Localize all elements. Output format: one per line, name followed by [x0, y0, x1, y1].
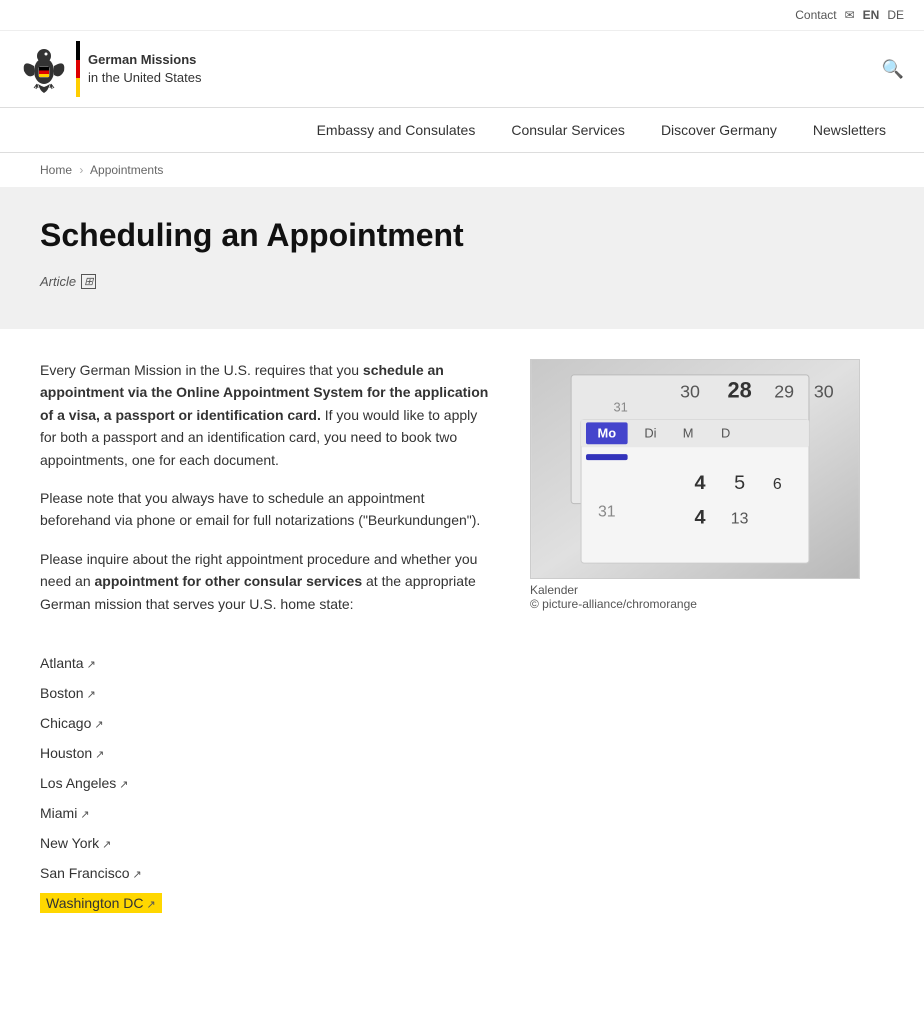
- external-link-icon: ↗: [94, 718, 103, 731]
- svg-text:28: 28: [727, 378, 751, 403]
- header-logo-search: German Missions in the United States 🔍: [0, 31, 924, 107]
- city-link-new-york[interactable]: New York↗: [40, 835, 111, 851]
- article-icon: ⊞: [81, 274, 96, 289]
- eagle-logo-icon: [20, 41, 68, 97]
- breadcrumb-home[interactable]: Home: [40, 163, 72, 177]
- city-link-item: Washington DC↗: [40, 895, 860, 911]
- city-link-san-francisco[interactable]: San Francisco↗: [40, 865, 142, 881]
- svg-text:30: 30: [680, 382, 700, 402]
- para1-pre: Every German Mission in the U.S. require…: [40, 362, 363, 378]
- nav-newsletters[interactable]: Newsletters: [795, 108, 904, 152]
- nav-consular-services[interactable]: Consular Services: [493, 108, 643, 152]
- external-link-icon: ↗: [147, 898, 156, 911]
- lang-en-link[interactable]: EN: [863, 8, 880, 22]
- caption-line1: Kalender: [530, 583, 860, 597]
- svg-text:D: D: [721, 425, 730, 440]
- city-link-boston[interactable]: Boston↗: [40, 685, 96, 701]
- page-title: Scheduling an Appointment: [40, 217, 884, 254]
- breadcrumb-separator: ›: [79, 163, 83, 177]
- external-link-icon: ↗: [87, 688, 96, 701]
- city-link-los-angeles[interactable]: Los Angeles↗: [40, 775, 129, 791]
- logo-line1: German Missions: [88, 51, 201, 69]
- paragraph-2: Please note that you always have to sche…: [40, 487, 490, 532]
- city-link-item: Boston↗: [40, 685, 860, 701]
- caption-line2: © picture-alliance/chromorange: [530, 597, 860, 611]
- calendar-image: 30 28 29 30 31 Mo Di M D: [530, 359, 860, 579]
- paragraph-1: Every German Mission in the U.S. require…: [40, 359, 490, 471]
- city-link-washington-dc[interactable]: Washington DC↗: [40, 893, 162, 913]
- breadcrumb-current: Appointments: [90, 163, 163, 177]
- city-link-item: Chicago↗: [40, 715, 860, 731]
- lang-de-link[interactable]: DE: [887, 8, 904, 22]
- svg-text:13: 13: [731, 511, 749, 528]
- external-link-icon: ↗: [80, 808, 89, 821]
- city-link-houston[interactable]: Houston↗: [40, 745, 104, 761]
- svg-text:4: 4: [694, 507, 705, 529]
- para3-bold: appointment for other consular services: [95, 573, 363, 589]
- header-top-bar: Contact ✉ EN DE: [0, 0, 924, 31]
- search-button[interactable]: 🔍: [882, 59, 904, 80]
- nav-discover-germany[interactable]: Discover Germany: [643, 108, 795, 152]
- svg-text:29: 29: [774, 382, 794, 402]
- city-link-item: Miami↗: [40, 805, 860, 821]
- article-label: Article ⊞: [40, 274, 884, 289]
- hero-section: Scheduling an Appointment Article ⊞: [0, 187, 924, 329]
- svg-text:4: 4: [694, 472, 705, 494]
- external-link-icon: ↗: [87, 658, 96, 671]
- svg-text:Mo: Mo: [598, 425, 617, 440]
- external-link-icon: ↗: [102, 838, 111, 851]
- header-top-links: Contact ✉ EN DE: [795, 8, 904, 22]
- city-link-chicago[interactable]: Chicago↗: [40, 715, 104, 731]
- city-link-item: Los Angeles↗: [40, 775, 860, 791]
- svg-text:M: M: [683, 425, 694, 440]
- german-flag-bar: [76, 41, 80, 97]
- image-column: 30 28 29 30 31 Mo Di M D: [530, 359, 860, 631]
- city-links: Atlanta↗ Boston↗ Chicago↗ Houston↗ Los Angel…: [40, 655, 860, 911]
- svg-text:30: 30: [814, 382, 834, 402]
- envelope-icon: ✉: [845, 8, 855, 22]
- logo-line2: in the United States: [88, 69, 201, 87]
- svg-text:Di: Di: [644, 425, 656, 440]
- logo-area: German Missions in the United States: [20, 41, 201, 97]
- city-link-item: Houston↗: [40, 745, 860, 761]
- external-link-icon: ↗: [119, 778, 128, 791]
- breadcrumb: Home › Appointments: [0, 153, 924, 187]
- svg-text:6: 6: [773, 476, 782, 493]
- city-link-item: San Francisco↗: [40, 865, 860, 881]
- city-link-item: Atlanta↗: [40, 655, 860, 671]
- text-column: Every German Mission in the U.S. require…: [40, 359, 490, 631]
- external-link-icon: ↗: [132, 868, 141, 881]
- city-link-atlanta[interactable]: Atlanta↗: [40, 655, 96, 671]
- main-nav: Embassy and Consulates Consular Services…: [0, 107, 924, 153]
- svg-text:5: 5: [734, 472, 745, 494]
- city-link-miami[interactable]: Miami↗: [40, 805, 90, 821]
- content-area: Every German Mission in the U.S. require…: [40, 359, 860, 631]
- city-link-item: New York↗: [40, 835, 860, 851]
- logo-text: German Missions in the United States: [88, 51, 201, 87]
- svg-text:31: 31: [614, 400, 628, 415]
- paragraph-3: Please inquire about the right appointme…: [40, 548, 490, 615]
- nav-embassy-and-consulates[interactable]: Embassy and Consulates: [299, 108, 494, 152]
- main-content: Every German Mission in the U.S. require…: [0, 359, 900, 965]
- image-caption: Kalender © picture-alliance/chromorange: [530, 583, 860, 611]
- svg-text:31: 31: [598, 504, 616, 521]
- external-link-icon: ↗: [95, 748, 104, 761]
- contact-link[interactable]: Contact: [795, 8, 836, 22]
